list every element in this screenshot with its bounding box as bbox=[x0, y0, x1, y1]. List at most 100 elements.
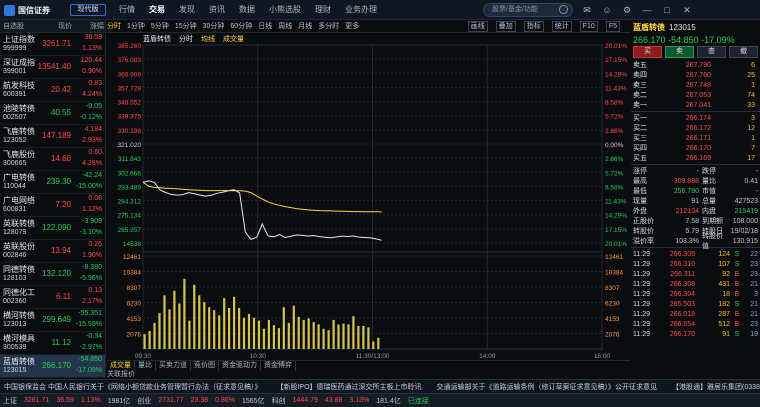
order-book-row[interactable]: 卖二 267.053 74 bbox=[631, 90, 760, 100]
menu-item[interactable]: 发现 bbox=[172, 0, 202, 20]
period-tab[interactable]: 周线 bbox=[278, 21, 292, 31]
search-input[interactable]: 股票/基金/功能 bbox=[483, 3, 573, 17]
order-book-row[interactable]: 买二 266.172 12 bbox=[631, 123, 760, 133]
period-tab[interactable]: 5分钟 bbox=[151, 21, 169, 31]
search-icon[interactable] bbox=[559, 5, 568, 14]
security-code: 110044 bbox=[3, 183, 26, 190]
query-button[interactable]: 查 bbox=[697, 46, 726, 58]
sell-button[interactable]: 卖 bbox=[665, 46, 694, 58]
brand-name: 国信证券 bbox=[18, 5, 50, 15]
period-tab[interactable]: 15分钟 bbox=[175, 21, 197, 31]
watchlist-row[interactable]: 英联转债 128079 122.090 -3.909 -3.10% bbox=[0, 217, 105, 240]
period-tab[interactable]: 月线 bbox=[298, 21, 312, 31]
tool-button[interactable]: 指标 bbox=[523, 21, 544, 32]
watchlist-row[interactable]: 蓝盾转债 123015 266.170 -54.850 -17.09% bbox=[0, 355, 105, 378]
level-price: 267.790 bbox=[685, 61, 711, 69]
menu-item[interactable]: 资讯 bbox=[202, 0, 232, 20]
watchlist-row[interactable]: 飞鹿股份 300665 14.60 0.60 4.28% bbox=[0, 148, 105, 171]
watchlist-row[interactable]: 横河模具 300539 11.12 -0.34 -2.97% bbox=[0, 332, 105, 355]
tick-count: 23 bbox=[750, 270, 758, 278]
index-turnover: 1565亿 bbox=[241, 397, 265, 405]
watchlist-row[interactable]: 池陵转债 002507 40.55 -0.05 -0.12% bbox=[0, 102, 105, 125]
volume-bar bbox=[327, 330, 330, 349]
order-book-row[interactable]: 买五 266.169 17 bbox=[631, 153, 760, 163]
security-code: 002360 bbox=[3, 298, 27, 305]
tool-button[interactable]: F5 bbox=[605, 21, 620, 32]
tool-button[interactable]: F10 bbox=[579, 21, 598, 32]
news-ticker[interactable]: 中国银保监会 中国人民银行关于《网络小额贷款业务管理暂行办法（征求意见稿）》 【新… bbox=[0, 379, 760, 393]
user-icon[interactable]: ☺ bbox=[600, 3, 614, 17]
menu-item[interactable]: 理财 bbox=[308, 0, 338, 20]
order-book-row[interactable]: 买四 266.170 7 bbox=[631, 143, 760, 153]
watchlist-row[interactable]: 横河转债 123013 299.649 -55.351 -15.59% bbox=[0, 309, 105, 332]
menu-item[interactable]: 业务办理 bbox=[338, 0, 384, 20]
menu-item[interactable]: 数据 bbox=[232, 0, 262, 20]
period-tab[interactable]: 60分钟 bbox=[230, 21, 252, 31]
security-code: 399001 bbox=[3, 68, 27, 75]
volume-bar bbox=[193, 284, 196, 349]
level-volume: 1 bbox=[751, 134, 755, 142]
menu-item[interactable]: 小熊选股 bbox=[262, 0, 308, 20]
tick-price: 266.305 bbox=[669, 250, 695, 258]
settings-icon[interactable]: ⚙ bbox=[620, 3, 634, 17]
order-book-row[interactable]: 卖三 267.748 1 bbox=[631, 80, 760, 90]
related-quote-label[interactable]: 关联报价 bbox=[107, 371, 630, 379]
volume-bar bbox=[183, 278, 186, 349]
watchlist-row[interactable]: 上证指数 999999 3261.71 36.59 1.13% bbox=[0, 33, 105, 56]
tool-button[interactable]: 叠加 bbox=[495, 21, 516, 32]
menu-item[interactable]: 行情 bbox=[112, 0, 142, 20]
watchlist-row[interactable]: 同德转债 128103 132.120 -8.380 -5.96% bbox=[0, 263, 105, 286]
watchlist-row[interactable]: 航发科技 600391 20.42 0.83 4.24% bbox=[0, 79, 105, 102]
period-tab[interactable]: 分时 bbox=[107, 21, 121, 31]
minimize-icon[interactable]: — bbox=[640, 3, 654, 17]
watchlist-row[interactable]: 深证成指 399001 13541.40 120.44 0.90% bbox=[0, 56, 105, 79]
tool-button[interactable]: 统计 bbox=[551, 21, 572, 32]
ticker-item[interactable]: 交通运输部关于《道路运输条例（修订草案征求意见稿）》公开征求意见 bbox=[437, 382, 658, 392]
period-tab[interactable]: 30分钟 bbox=[203, 21, 225, 31]
tool-button[interactable]: 画线 bbox=[467, 21, 488, 32]
indicator-tab[interactable]: 资金博弈 bbox=[261, 361, 296, 371]
volume-bar bbox=[233, 296, 236, 349]
tick-price: 266.018 bbox=[669, 310, 695, 318]
indicator-tab[interactable]: 量比 bbox=[135, 361, 156, 371]
ticker-item[interactable]: 中国银保监会 中国人民银行关于《网络小额贷款业务管理暂行办法（征求意见稿）》 bbox=[4, 382, 261, 392]
ticker-item[interactable]: 【港股通】雅居乐集团(03383)通过港交所主板上市聆讯 bbox=[672, 382, 760, 392]
stat-value: 19/02/18 bbox=[730, 227, 758, 235]
ticker-item[interactable]: 【新股IPO】德瑞医药通过深交所主板上市聆讯 bbox=[276, 382, 421, 392]
order-book-row[interactable]: 卖四 267.760 25 bbox=[631, 70, 760, 80]
y-tick-label: 348.552 bbox=[118, 100, 142, 107]
cancel-order-button[interactable]: 撤 bbox=[729, 46, 758, 58]
level-price: 267.041 bbox=[685, 101, 711, 109]
vol-tick-label: 4153 bbox=[127, 316, 142, 323]
top-bar: 国信证券 现代版 行情 交易 发现 资讯 数据 小熊选股 理财 业务办理 股票/… bbox=[0, 0, 760, 20]
tick-volume: 107 bbox=[718, 260, 730, 268]
close-icon[interactable]: ✕ bbox=[680, 3, 694, 17]
menu-item[interactable]: 交易 bbox=[142, 0, 172, 20]
order-book-row[interactable]: 卖五 267.790 6 bbox=[631, 60, 760, 70]
message-icon[interactable]: ✉ bbox=[580, 3, 594, 17]
period-tab[interactable]: 多分时 bbox=[318, 21, 339, 31]
buy-button[interactable]: 买 bbox=[633, 46, 662, 58]
watchlist-row[interactable]: 广电网络 600831 7.20 0.08 1.12% bbox=[0, 194, 105, 217]
order-book-row[interactable]: 买一 266.174 3 bbox=[631, 113, 760, 123]
indicator-tab[interactable]: 资金驱动力 bbox=[219, 361, 261, 371]
indicator-tab[interactable]: 竞价图 bbox=[191, 361, 219, 371]
watchlist-row[interactable]: 广电转债 110044 239.30 -42.24 -15.00% bbox=[0, 171, 105, 194]
y-pct-label: 11.43% bbox=[605, 199, 627, 206]
security-change: -0.05 bbox=[86, 103, 102, 110]
volume-bar bbox=[213, 310, 216, 349]
period-tab[interactable]: 日线 bbox=[258, 21, 272, 31]
intraday-chart[interactable]: 蓝盾转债 分时 均线 成交量 385.260 20.01% 376.083 17.15… bbox=[107, 33, 630, 360]
order-book-row[interactable]: 卖一 267.041 33 bbox=[631, 100, 760, 110]
maximize-icon[interactable]: □ bbox=[660, 3, 674, 17]
period-tab[interactable]: 1分钟 bbox=[127, 21, 145, 31]
watchlist-row[interactable]: 英联股份 002846 13.94 0.26 1.90% bbox=[0, 240, 105, 263]
tick-time: 11:29 bbox=[633, 280, 650, 288]
watchlist-row[interactable]: 飞鹿转债 123052 147.189 4.184 2.93% bbox=[0, 125, 105, 148]
version-button[interactable]: 现代版 bbox=[70, 4, 106, 16]
watchlist-row[interactable]: 同德化工 002360 6.11 0.13 2.17% bbox=[0, 286, 105, 309]
indicator-tab[interactable]: 买卖力道 bbox=[156, 361, 191, 371]
period-tab[interactable]: 更多 bbox=[345, 21, 359, 31]
order-book-row[interactable]: 买三 266.171 1 bbox=[631, 133, 760, 143]
indicator-tab[interactable]: 成交量 bbox=[107, 361, 135, 371]
